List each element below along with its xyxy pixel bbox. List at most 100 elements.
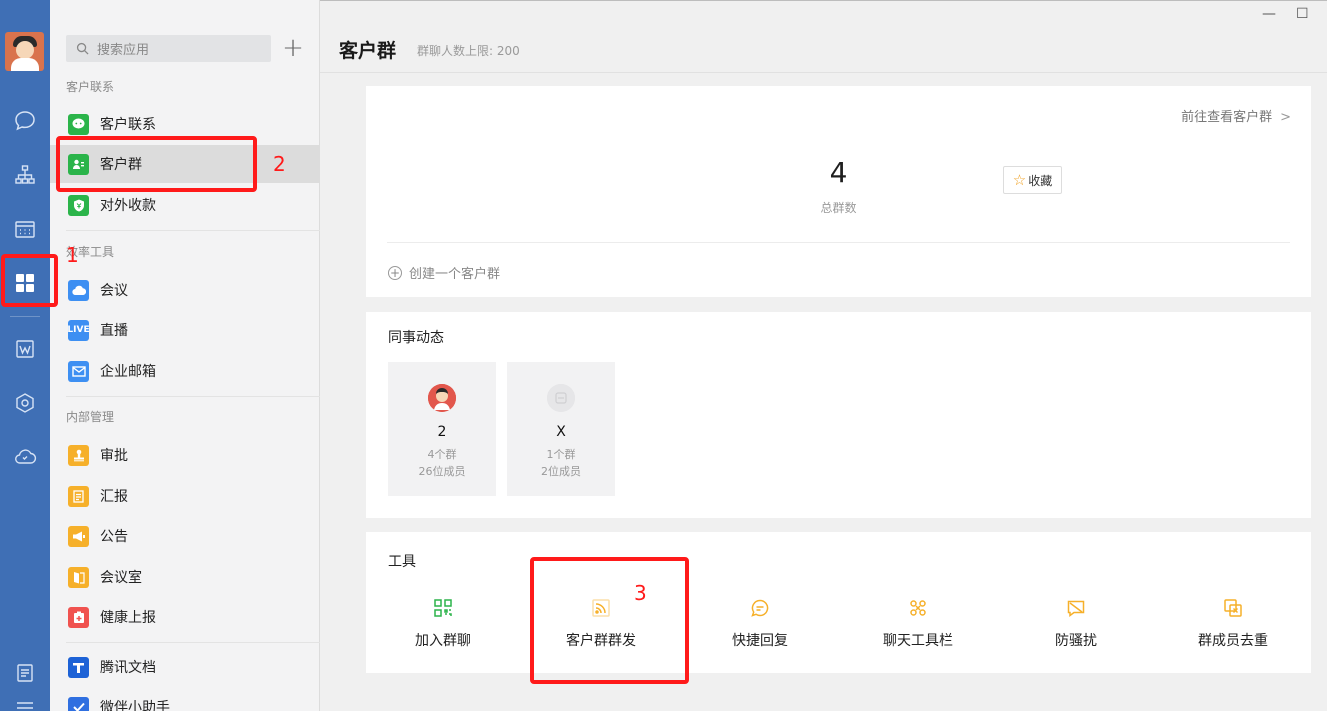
annotation-number-1: 1 <box>66 243 79 267</box>
calendar-icon[interactable] <box>0 212 50 246</box>
colleague-group-count: 1个群 <box>546 448 576 461</box>
tencent-docs-icon <box>68 656 89 678</box>
group-divider <box>66 396 320 397</box>
box-icon[interactable] <box>0 386 50 420</box>
header-divider <box>320 72 1327 73</box>
total-groups-label: 总群数 <box>820 201 857 215</box>
sidebar-item-tencent-docs[interactable]: 腾讯文档 <box>50 648 320 686</box>
colleague-member-count: 2位成员 <box>541 465 581 478</box>
add-app-button[interactable]: + <box>280 33 306 63</box>
group-divider <box>66 230 320 231</box>
sidebar-item-label: 对外收款 <box>100 198 156 214</box>
chat-icon[interactable] <box>0 104 50 138</box>
page-title: 客户群 <box>339 40 397 62</box>
tool-label: 加入群聊 <box>415 633 471 649</box>
check-icon <box>68 696 89 711</box>
minimize-button[interactable]: — <box>1262 6 1276 22</box>
sidebar-item-label: 微伴小助手 <box>100 700 170 711</box>
view-customer-groups-link[interactable]: 前往查看客户群 > <box>1181 106 1291 125</box>
avatar <box>428 384 456 412</box>
rail-divider <box>10 316 40 317</box>
favorite-label: 收藏 <box>1028 173 1053 188</box>
sidebar-item-mail[interactable]: 企业邮箱 <box>50 352 320 390</box>
app-list-panel: 搜索应用 + 客户联系 客户联系 客户群 对外收款 效率工具 会议 LIVE 直… <box>50 0 320 711</box>
annotation-number-2: 2 <box>273 152 286 176</box>
weiban-icon[interactable] <box>0 332 50 366</box>
shield-payment-icon <box>68 194 89 216</box>
search-placeholder: 搜索应用 <box>97 43 150 58</box>
sidebar-item-label: 公告 <box>100 529 128 545</box>
sidebar-item-live[interactable]: LIVE 直播 <box>50 311 320 349</box>
tool-quick-reply[interactable]: 快捷回复 <box>680 598 840 650</box>
door-icon <box>68 566 89 588</box>
favorite-button[interactable]: ☆ 收藏 <box>1003 166 1062 194</box>
chevron-right-icon: > <box>1280 110 1291 125</box>
sidebar-item-label: 企业邮箱 <box>100 364 156 380</box>
tool-anti-harassment[interactable]: 防骚扰 <box>996 598 1156 650</box>
sidebar-item-label: 客户联系 <box>100 117 156 133</box>
annotation-box-2 <box>56 136 257 192</box>
sidebar-item-health-report[interactable]: 健康上报 <box>50 598 320 636</box>
tools-card: 工具 加入群聊 客户群群发 快捷回复 聊天工具栏 防骚扰 群成员去重 <box>366 532 1311 673</box>
nav-rail <box>0 0 50 711</box>
star-icon: ☆ <box>1012 171 1027 189</box>
cloud-phone-icon[interactable] <box>0 440 50 474</box>
tool-label: 防骚扰 <box>1055 633 1097 649</box>
create-customer-group-label: 创建一个客户群 <box>409 267 501 282</box>
sidebar-item-label: 审批 <box>100 448 128 464</box>
search-input[interactable]: 搜索应用 <box>66 35 271 62</box>
colleague-card[interactable]: 2 4个群 26位成员 <box>388 362 496 496</box>
tools-title: 工具 <box>388 554 416 570</box>
document-icon[interactable] <box>0 656 50 690</box>
report-icon <box>68 485 89 507</box>
tool-label: 快捷回复 <box>732 633 788 649</box>
chat-block-icon <box>1067 600 1085 617</box>
default-avatar-icon <box>547 384 575 412</box>
tool-label: 群成员去重 <box>1198 633 1268 649</box>
mail-icon <box>68 360 89 382</box>
view-customer-groups-label: 前往查看客户群 <box>1181 110 1273 125</box>
sidebar-item-weiban-assistant[interactable]: 微伴小助手 <box>50 688 320 711</box>
colleague-name: X <box>556 424 566 440</box>
health-icon <box>68 606 89 628</box>
annotation-box-1 <box>1 254 58 307</box>
contacts-icon[interactable] <box>0 158 50 192</box>
colleague-activity-title: 同事动态 <box>388 330 444 346</box>
speech-bubble-icon <box>751 599 769 617</box>
summary-card: 前往查看客户群 > 4 总群数 ☆ 收藏 + 创建一个客户群 <box>366 86 1311 297</box>
stamp-icon <box>68 444 89 466</box>
annotation-box-3 <box>530 557 689 684</box>
sidebar-item-label: 健康上报 <box>100 610 156 626</box>
card-divider <box>387 242 1290 243</box>
chat-bubble-icon <box>68 113 89 135</box>
sidebar-item-label: 汇报 <box>100 489 128 505</box>
sidebar-item-meeting[interactable]: 会议 <box>50 271 320 309</box>
group-title-customer: 客户联系 <box>66 80 115 94</box>
sidebar-item-report[interactable]: 汇报 <box>50 477 320 515</box>
menu-icon[interactable] <box>0 690 50 711</box>
annotation-number-3: 3 <box>634 581 647 605</box>
sidebar-item-approval[interactable]: 审批 <box>50 436 320 474</box>
total-groups-count: 4 <box>829 156 848 189</box>
sidebar-item-announcement[interactable]: 公告 <box>50 517 320 555</box>
tool-dedupe-members[interactable]: 群成员去重 <box>1153 598 1313 650</box>
qr-code-icon <box>434 599 452 617</box>
sidebar-item-label: 会议 <box>100 283 128 299</box>
tool-chat-toolbar[interactable]: 聊天工具栏 <box>838 598 998 650</box>
megaphone-icon <box>68 525 89 547</box>
shortcut-icon <box>910 600 926 616</box>
plus-circle-icon: + <box>388 265 402 280</box>
sidebar-item-meeting-room[interactable]: 会议室 <box>50 558 320 596</box>
create-customer-group-button[interactable]: + 创建一个客户群 <box>388 263 500 282</box>
page-subtitle: 群聊人数上限: 200 <box>417 44 520 58</box>
avatar[interactable] <box>5 32 44 71</box>
maximize-button[interactable]: ☐ <box>1296 6 1309 22</box>
colleague-activity-card: 同事动态 2 4个群 26位成员 X 1个群 2位成员 <box>366 312 1311 518</box>
search-icon <box>76 42 89 55</box>
colleague-card[interactable]: X 1个群 2位成员 <box>507 362 615 496</box>
live-icon: LIVE <box>67 319 90 341</box>
group-divider <box>66 642 320 643</box>
tool-join-group[interactable]: 加入群聊 <box>363 598 523 650</box>
dedupe-icon <box>1224 599 1242 617</box>
colleague-group-count: 4个群 <box>427 448 457 461</box>
